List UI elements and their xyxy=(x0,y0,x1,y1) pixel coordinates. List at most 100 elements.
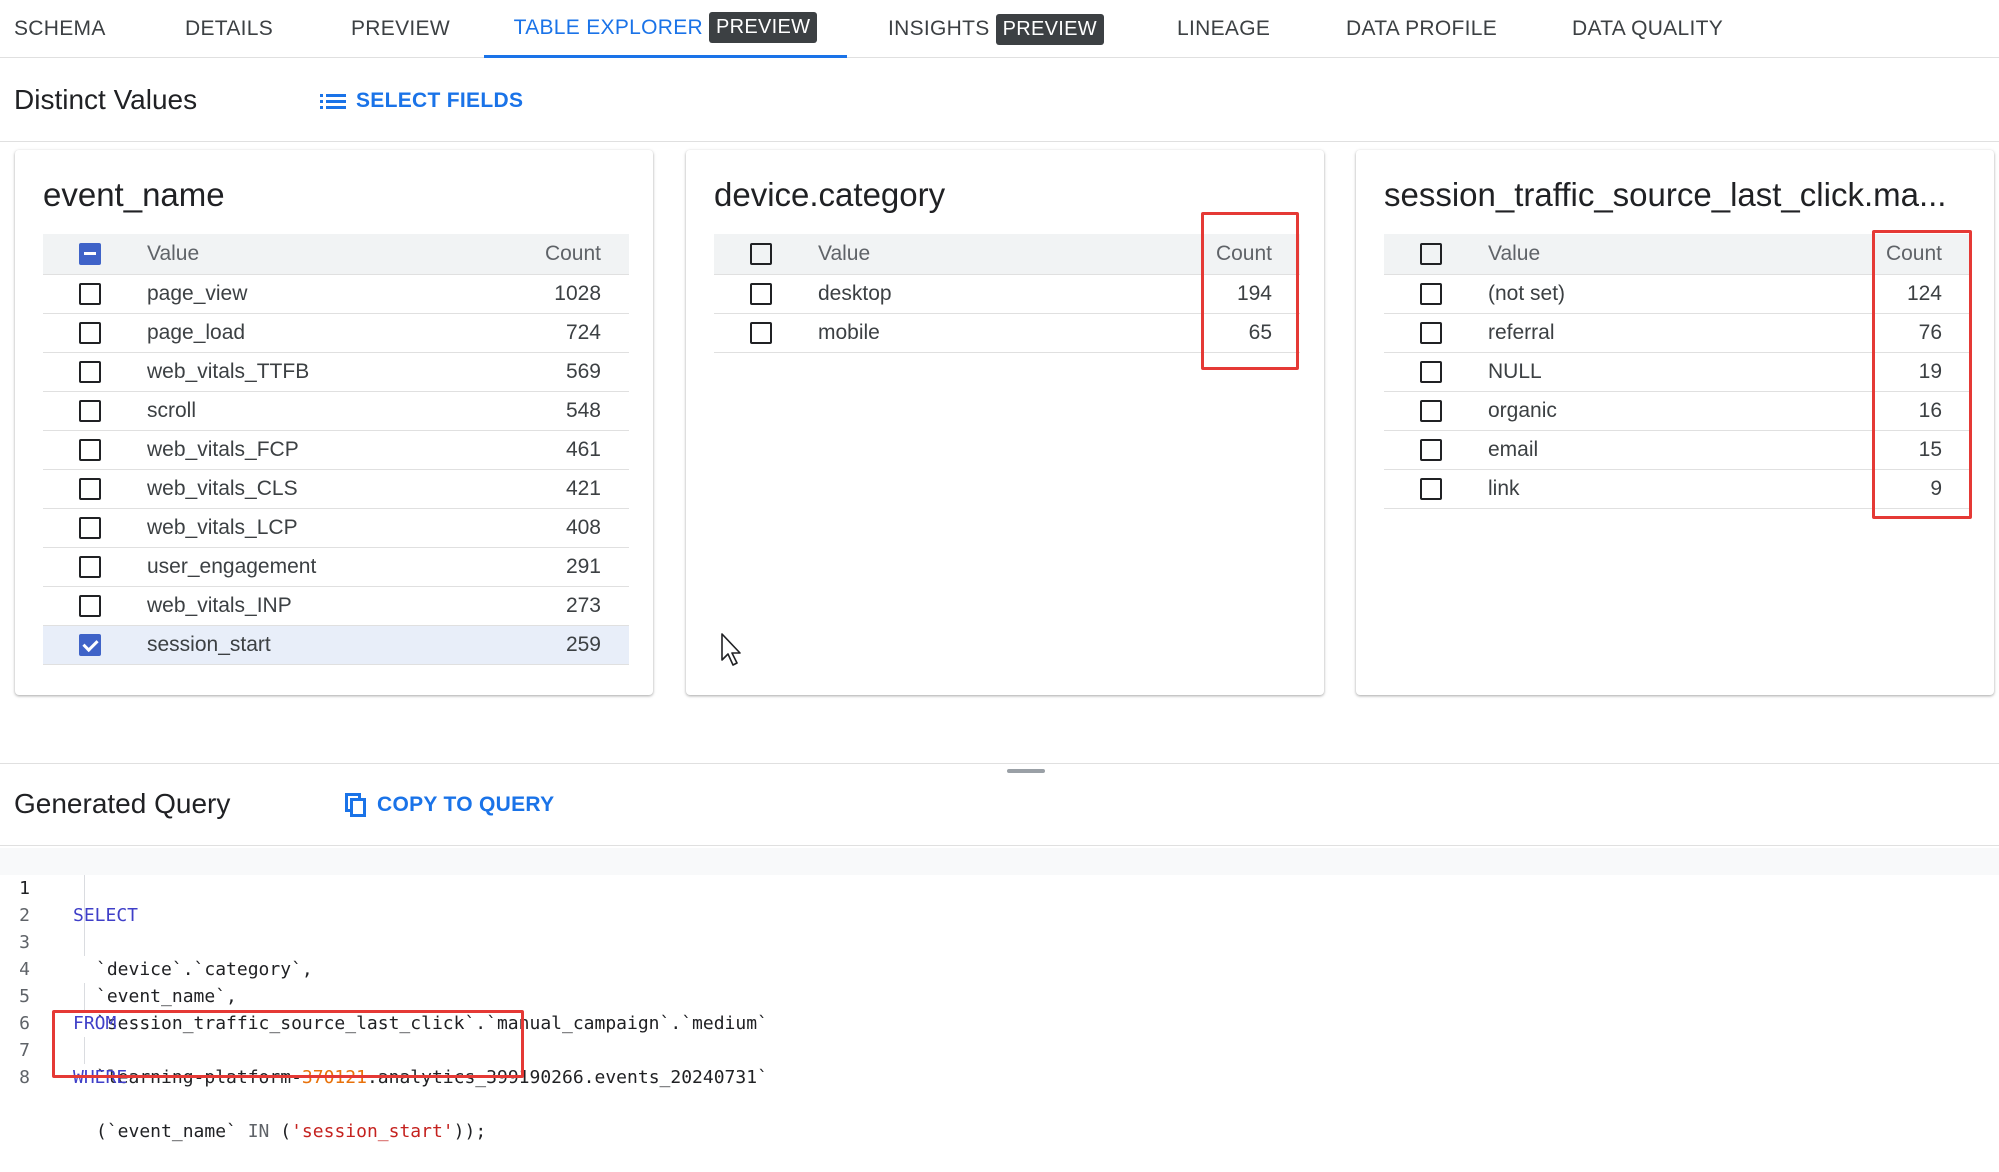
count-cell: 259 xyxy=(491,625,629,665)
count-column-header: Count xyxy=(491,234,629,275)
card-title: event_name xyxy=(43,176,225,213)
tab-schema-label: SCHEMA xyxy=(14,17,106,40)
table-header: Value Count xyxy=(43,234,629,275)
value-cell: user_engagement xyxy=(137,547,491,587)
table-row-selected[interactable]: session_start 259 xyxy=(43,625,629,665)
count-highlight-box xyxy=(1201,212,1299,370)
count-cell: 1028 xyxy=(491,274,629,314)
count-cell: 569 xyxy=(491,352,629,392)
tab-data-profile[interactable]: DATA PROFILE xyxy=(1346,0,1497,58)
tab-insights[interactable]: INSIGHTS PREVIEW xyxy=(888,0,1104,58)
code-line: 4 `session_traffic_source_last_click`.`m… xyxy=(0,929,1999,1034)
row-checkbox[interactable] xyxy=(79,595,101,618)
generated-query-title: Generated Query xyxy=(14,788,231,819)
table-row[interactable]: web_vitals_TTFB 569 xyxy=(43,352,629,392)
traffic-source-card: session_traffic_source_last_click.ma... … xyxy=(1356,150,1994,695)
preview-badge: PREVIEW xyxy=(709,12,818,43)
value-cell: web_vitals_INP xyxy=(137,586,491,626)
tab-lineage[interactable]: LINEAGE xyxy=(1177,0,1270,58)
tab-data-quality[interactable]: DATA QUALITY xyxy=(1572,0,1723,58)
tab-table-explorer-label: TABLE EXPLORER xyxy=(513,15,704,39)
indent-guide xyxy=(84,929,85,956)
value-column-header: Value xyxy=(1478,234,1832,275)
tab-data-profile-label: DATA PROFILE xyxy=(1346,17,1498,40)
row-checkbox[interactable] xyxy=(1420,361,1442,384)
where-clause-part: ( xyxy=(269,1121,292,1142)
where-clause-part: )); xyxy=(453,1121,487,1142)
value-cell: desktop xyxy=(808,274,1162,314)
table-row[interactable]: page_view 1028 xyxy=(43,274,629,314)
count-cell: 724 xyxy=(491,313,629,353)
value-cell: page_load xyxy=(137,313,491,353)
indent-guide xyxy=(84,902,85,929)
count-cell: 461 xyxy=(491,430,629,470)
list-icon xyxy=(320,94,346,109)
string-literal: 'session_start' xyxy=(291,1121,454,1142)
row-checkbox[interactable] xyxy=(79,322,101,345)
code-line: 3 `event_name`, xyxy=(0,902,1999,1007)
select-fields-label: SELECT FIELDS xyxy=(356,89,524,112)
row-checkbox[interactable] xyxy=(79,478,101,501)
row-checkbox[interactable] xyxy=(1420,283,1442,306)
row-checkbox[interactable] xyxy=(79,556,101,579)
panel-resize-handle[interactable] xyxy=(1007,769,1045,773)
row-checkbox[interactable] xyxy=(1420,439,1442,462)
tab-details[interactable]: DETAILS xyxy=(185,0,273,58)
row-checkbox[interactable] xyxy=(79,400,101,423)
tab-schema[interactable]: SCHEMA xyxy=(14,0,106,58)
value-cell: page_view xyxy=(137,274,491,314)
value-cell: mobile xyxy=(808,313,1162,353)
line-number: 8 xyxy=(19,1067,30,1088)
select-all-checkbox[interactable] xyxy=(750,243,772,266)
code-line: 6 `learning-platform-370121.analytics_39… xyxy=(0,983,1999,1088)
select-all-checkbox[interactable] xyxy=(1420,243,1442,266)
values-table: Value Count page_view 1028 page_load 724… xyxy=(43,234,629,665)
row-checkbox[interactable] xyxy=(79,439,101,462)
row-checkbox[interactable] xyxy=(1420,322,1442,345)
row-checkbox[interactable] xyxy=(1420,478,1442,501)
card-title: session_traffic_source_last_click.ma... xyxy=(1384,176,1947,213)
value-cell: web_vitals_LCP xyxy=(137,508,491,548)
value-cell: web_vitals_FCP xyxy=(137,430,491,470)
value-column-header: Value xyxy=(808,234,1162,275)
value-column-header: Value xyxy=(137,234,491,275)
distinct-values-title: Distinct Values xyxy=(14,84,198,115)
indent-guide xyxy=(84,983,85,1010)
tab-preview-label: PREVIEW xyxy=(351,17,450,40)
select-fields-button[interactable]: SELECT FIELDS xyxy=(320,89,523,113)
sql-editor[interactable]: 1 SELECT 2 `device`.`category`, 3 `event… xyxy=(0,848,1999,1142)
row-checkbox[interactable] xyxy=(750,283,772,306)
copy-to-query-label: COPY TO QUERY xyxy=(377,793,555,816)
tab-preview[interactable]: PREVIEW xyxy=(351,0,450,58)
code-line: 2 `device`.`category`, xyxy=(0,875,1999,980)
value-cell: referral xyxy=(1478,313,1832,353)
mouse-cursor-icon xyxy=(721,633,741,666)
row-checkbox[interactable] xyxy=(1420,400,1442,423)
device-category-card: device.category Value Count desktop 194 … xyxy=(686,150,1324,695)
tab-data-quality-label: DATA QUALITY xyxy=(1572,17,1724,40)
row-checkbox[interactable] xyxy=(750,322,772,345)
divider xyxy=(0,845,1999,846)
table-row[interactable]: web_vitals_LCP 408 xyxy=(43,508,629,548)
table-row[interactable]: web_vitals_CLS 421 xyxy=(43,469,629,509)
value-cell: scroll xyxy=(137,391,491,431)
tab-table-explorer[interactable]: TABLE EXPLORER PREVIEW xyxy=(484,0,847,58)
count-cell: 291 xyxy=(491,547,629,587)
row-checkbox[interactable] xyxy=(79,361,101,384)
table-row[interactable]: scroll 548 xyxy=(43,391,629,431)
code-line: 1 SELECT xyxy=(0,848,1999,926)
count-highlight-box xyxy=(1872,230,1972,519)
row-checkbox[interactable] xyxy=(79,517,101,540)
row-checkbox[interactable] xyxy=(79,283,101,306)
row-checkbox-checked[interactable] xyxy=(79,634,101,657)
table-row[interactable]: user_engagement 291 xyxy=(43,547,629,587)
table-row[interactable]: web_vitals_FCP 461 xyxy=(43,430,629,470)
count-cell: 421 xyxy=(491,469,629,509)
preview-badge: PREVIEW xyxy=(995,13,1104,45)
event-name-card: event_name Value Count page_view 1028 pa… xyxy=(15,150,653,695)
table-row[interactable]: web_vitals_INP 273 xyxy=(43,586,629,626)
select-all-checkbox[interactable] xyxy=(79,243,101,266)
table-row[interactable]: page_load 724 xyxy=(43,313,629,353)
tab-insights-label: INSIGHTS xyxy=(888,17,990,40)
copy-to-query-button[interactable]: COPY TO QUERY xyxy=(345,793,554,817)
